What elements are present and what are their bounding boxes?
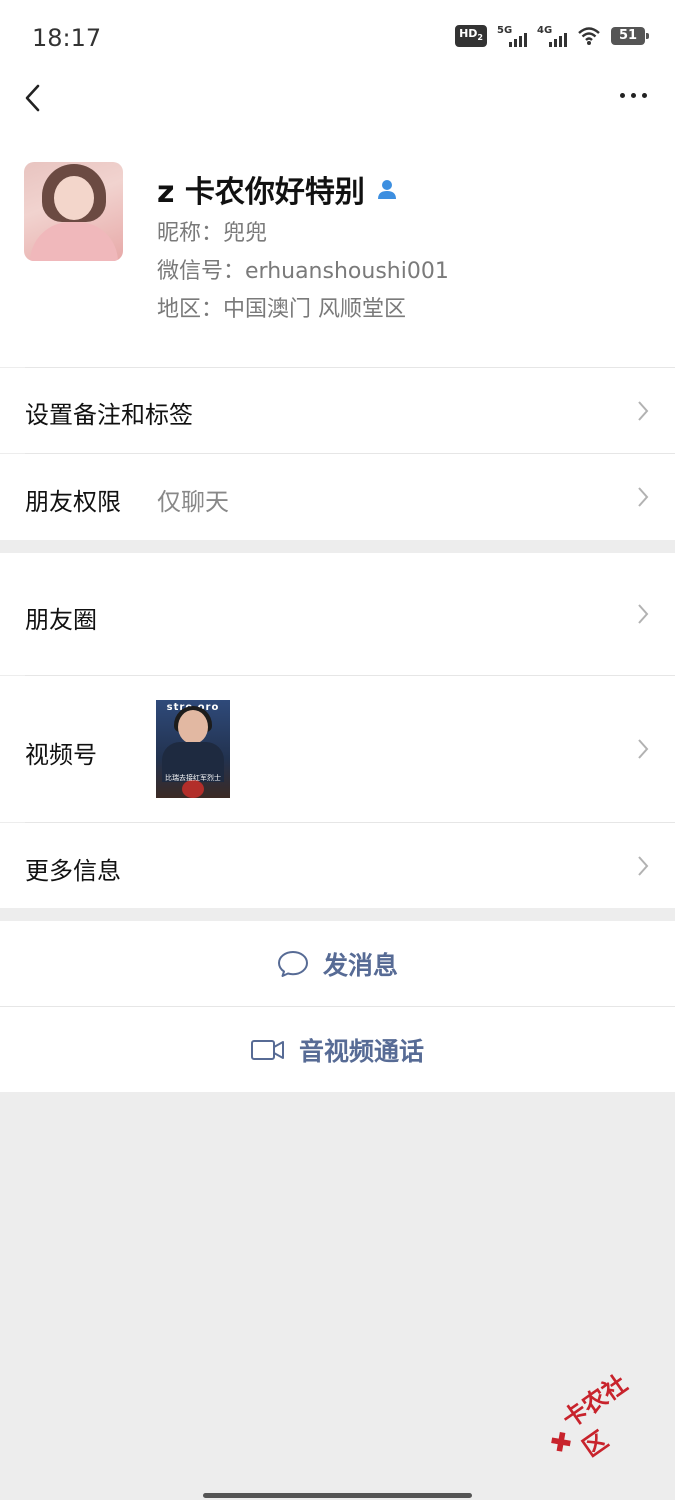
chat-bubble-icon bbox=[277, 950, 308, 977]
send-message-label: 发消息 bbox=[322, 950, 398, 980]
chevron-right-icon bbox=[638, 401, 649, 421]
moments-label: 朋友圈 bbox=[25, 606, 97, 634]
row-remark-tags[interactable]: 设置备注和标签 bbox=[0, 368, 675, 453]
status-time: 18:17 bbox=[32, 24, 102, 52]
chevron-right-icon bbox=[638, 487, 649, 507]
more-options-icon[interactable] bbox=[620, 93, 647, 98]
chevron-right-icon bbox=[638, 856, 649, 876]
profile-header: z 卡农你好特别 昵称：兜兜 微信号：erhuanshoushi001 地区：中… bbox=[0, 135, 675, 367]
status-icons: HD2 5G 4G 51 bbox=[455, 25, 649, 48]
channels-video-thumbnail[interactable]: stro oro 比瑞去接红军烈士 bbox=[156, 700, 230, 798]
wifi-icon bbox=[578, 27, 600, 46]
contact-name: z 卡农你好特别 bbox=[157, 167, 399, 211]
battery-icon: 51 bbox=[611, 27, 649, 46]
region: 地区：中国澳门 风顺堂区 bbox=[157, 297, 406, 322]
top-nav-bar bbox=[0, 75, 675, 135]
friend-permission-value: 仅聊天 bbox=[157, 488, 229, 516]
video-call-button[interactable]: 音视频通话 bbox=[0, 1007, 675, 1092]
signal-4g-icon: 4G bbox=[537, 25, 567, 48]
remark-tags-label: 设置备注和标签 bbox=[25, 401, 193, 429]
video-call-label: 音视频通话 bbox=[298, 1036, 424, 1066]
row-channels[interactable]: 视频号 stro oro 比瑞去接红军烈士 bbox=[0, 676, 675, 822]
nickname: 昵称：兜兜 bbox=[157, 221, 268, 246]
wechat-id: 微信号：erhuanshoushi001 bbox=[157, 259, 449, 284]
send-message-button[interactable]: 发消息 bbox=[0, 921, 675, 1006]
watermark-logo: ✖ 卡农社区 bbox=[544, 1369, 633, 1463]
chevron-right-icon bbox=[638, 739, 649, 759]
back-arrow-icon[interactable] bbox=[22, 83, 46, 113]
signal-5g-icon: 5G bbox=[497, 25, 527, 48]
chevron-right-icon bbox=[638, 604, 649, 624]
video-camera-icon bbox=[250, 1039, 284, 1060]
status-bar: 18:17 HD2 5G 4G 51 bbox=[0, 0, 675, 75]
channels-label: 视频号 bbox=[25, 741, 97, 769]
contact-person-icon bbox=[377, 180, 396, 199]
more-info-label: 更多信息 bbox=[25, 857, 121, 885]
friend-permission-label: 朋友权限 bbox=[25, 488, 121, 516]
row-moments[interactable]: 朋友圈 bbox=[0, 553, 675, 675]
row-friend-permission[interactable]: 朋友权限 仅聊天 bbox=[0, 454, 675, 540]
hd-voice-icon: HD2 bbox=[455, 25, 487, 48]
home-indicator[interactable] bbox=[203, 1493, 472, 1498]
row-more-info[interactable]: 更多信息 bbox=[0, 823, 675, 908]
avatar[interactable] bbox=[24, 162, 123, 261]
thumbnail-caption: 比瑞去接红军烈士 bbox=[165, 774, 221, 782]
